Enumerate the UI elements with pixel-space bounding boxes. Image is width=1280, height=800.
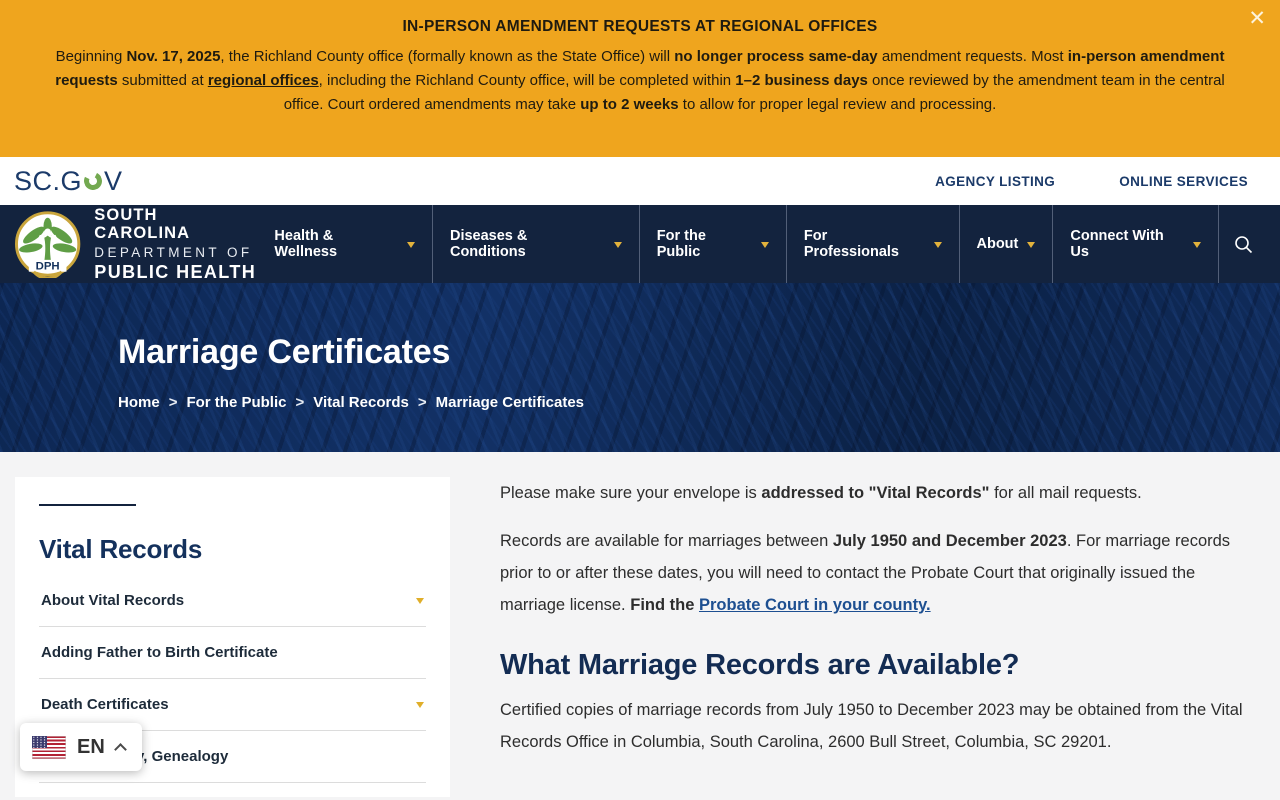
text-segment: Records are available for marriages betw… [500,532,833,550]
text-segment: up to 2 weeks [580,96,679,113]
brand-line3: PUBLIC HEALTH [94,261,257,282]
caret-down-icon [613,241,622,252]
brand-line2: DEPARTMENT OF [94,244,253,260]
nav-item-about[interactable]: About [958,205,1053,283]
dph-home-link[interactable]: DPH SOUTH CAROLINA DEPARTMENT OF PUBLIC … [14,205,257,283]
crescent-icon [81,169,105,193]
sidebar-item-divorce-reports[interactable]: Divorce Reports [39,783,426,800]
text-segment: for all mail requests. [989,484,1142,502]
announcement-banner: ✕ IN-PERSON AMENDMENT REQUESTS AT REGION… [0,0,1280,157]
page-title: Marriage Certificates [118,333,451,371]
text-segment: submitted at [117,72,208,89]
text-segment: amendment requests. Most [877,48,1068,65]
language-selector[interactable]: EN [20,723,142,771]
nav-item-label: Connect With Us [1070,228,1164,260]
nav-item-for-professionals[interactable]: For Professionals [785,205,959,283]
text-segment: addressed to "Vital Records" [761,484,990,502]
caret-down-icon [406,241,415,252]
breadcrumb-item[interactable]: Vital Records [313,394,409,411]
text-segment: , the Richland County office (formally k… [220,48,675,65]
sidebar-item-label: About Vital Records [41,592,185,609]
probate-court-link[interactable]: Probate Court in your county. [699,596,931,614]
text-segment: regional offices [207,72,319,89]
paragraph-certified-copies: Certified copies of marriage records fro… [500,694,1257,758]
paragraph-records-range: Records are available for marriages betw… [500,525,1257,621]
nav-item-label: About [976,236,1019,252]
caret-down-icon [1193,241,1202,252]
agency-listing-link[interactable]: AGENCY LISTING [935,174,1055,189]
nav-item-label: Health & Wellness [274,228,338,260]
breadcrumb-separator: > [168,394,178,411]
sidebar-item-about-vital-records[interactable]: About Vital Records [39,575,426,627]
text-segment: Please make sure your envelope is [500,484,762,502]
online-services-link[interactable]: ONLINE SERVICES [1119,174,1248,189]
text-segment: 1–2 business days [735,72,868,89]
svg-text:DPH: DPH [36,261,60,273]
hero-section: Marriage Certificates Home > For the Publi… [0,283,1280,452]
close-icon[interactable]: ✕ [1248,8,1266,29]
breadcrumb-separator: > [417,394,427,411]
brand-line1: SOUTH CAROLINA [94,205,191,243]
text-segment: to allow for proper legal review and pro… [678,96,997,113]
utility-bar: SC. G V AGENCY LISTING ONLINE SERVICES [0,157,1280,205]
breadcrumb-item[interactable]: For the Public [186,394,286,411]
sidebar-title: Vital Records [39,534,203,564]
scgov-logo-g: G [60,165,83,196]
caret-down-icon [416,598,424,608]
dph-seal-icon: DPH [14,211,81,278]
breadcrumb-item: Marriage Certificates [435,394,585,411]
breadcrumb: Home > For the Public > Vital Records > Marria… [118,394,1280,411]
nav-item-health-wellness[interactable]: Health & Wellness [257,205,432,283]
language-code: EN [77,735,105,758]
caret-down-icon [933,241,942,252]
sidebar-item-label: Death Certificates [41,696,169,713]
dph-brand-text: SOUTH CAROLINA DEPARTMENT OF PUBLIC HEAL… [94,206,257,282]
scgov-logo-v: V [104,165,123,196]
breadcrumb-item[interactable]: Home [118,394,160,411]
text-segment: July 1950 and December 2023 [832,532,1067,550]
chevron-up-icon [113,743,127,756]
nav-item-for-the-public[interactable]: For the Public [638,205,786,283]
nav-item-diseases-conditions[interactable]: Diseases & Conditions [431,205,639,283]
text-segment: Nov. 17, 2025 [126,48,221,65]
caret-down-icon [416,702,424,712]
banner-title: IN-PERSON AMENDMENT REQUESTS AT REGIONAL… [402,18,878,35]
scgov-logo-sc: SC. [14,165,61,196]
text-segment: , including the Richland County office, … [318,72,736,89]
text-segment: Find the [630,596,699,614]
scgov-logo[interactable]: SC. G V [14,166,123,197]
text-segment: Certified copies of marriage records fro… [500,701,1243,751]
primary-nav-bar: DPH SOUTH CAROLINA DEPARTMENT OF PUBLIC … [0,205,1280,283]
text-segment: Beginning [55,48,127,65]
nav-item-connect-with-us[interactable]: Connect With Us [1052,205,1218,283]
utility-links: AGENCY LISTING ONLINE SERVICES [935,174,1248,189]
sidebar-item-adding-father-to-birth-certificate[interactable]: Adding Father to Birth Certificate [39,627,426,679]
caret-down-icon [1027,241,1036,252]
caret-down-icon [760,241,769,252]
banner-message: Beginning Nov. 17, 2025, the Richland Co… [40,45,1240,117]
section-heading: What Marriage Records are Available? [500,649,1020,681]
nav-item-label: For Professionals [803,228,899,260]
sidebar-rule [39,504,136,506]
primary-nav: Health & Wellness Diseases & Conditions Fo… [257,205,1218,283]
nav-item-label: Diseases & Conditions [449,228,528,260]
content-area: Vital Records About Vital Records Adding … [0,452,1280,797]
breadcrumb-separator: > [295,394,305,411]
search-icon[interactable] [1218,205,1268,283]
us-flag-icon [32,735,66,759]
text-segment: no longer process same-day [674,48,878,65]
nav-item-label: For the Public [656,228,706,260]
main-content: Please make sure your envelope is addres… [500,477,1265,797]
paragraph-envelope: Please make sure your envelope is addres… [500,477,1257,509]
sidebar-item-label: Adding Father to Birth Certificate [41,644,278,661]
